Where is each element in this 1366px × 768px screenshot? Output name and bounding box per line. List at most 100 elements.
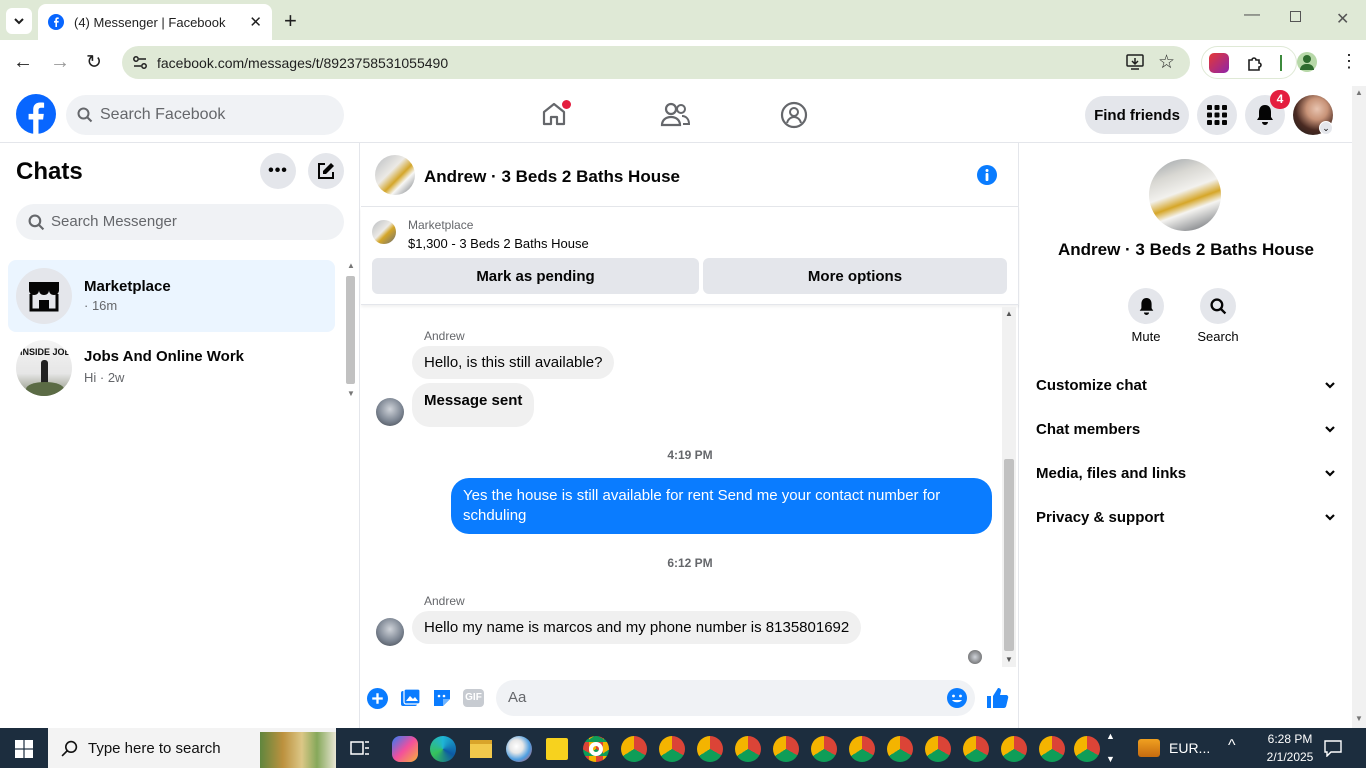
menu-button[interactable] — [1197, 95, 1237, 135]
windows-start-icon[interactable] — [15, 740, 33, 758]
messages-scrollbar[interactable]: ▲ ▼ — [1002, 307, 1016, 667]
taskbar-overflow-up-icon[interactable]: ▲ — [1106, 731, 1115, 741]
profile-photo[interactable] — [1149, 159, 1221, 231]
browser-menu-icon[interactable]: ⋮ — [1340, 52, 1358, 70]
find-friends-button[interactable]: Find friends — [1085, 96, 1189, 134]
groups-icon[interactable] — [780, 101, 808, 129]
chrome-icon-4[interactable] — [697, 736, 723, 762]
chats-options-button[interactable]: ••• — [260, 153, 296, 189]
extension-app-icon[interactable] — [1209, 53, 1229, 73]
file-explorer-icon[interactable] — [470, 740, 492, 758]
more-options-button[interactable]: More options — [703, 258, 1007, 294]
chrome-icon-6[interactable] — [773, 736, 799, 762]
tab-close-icon[interactable]: ✕ — [249, 13, 262, 31]
site-info-icon[interactable] — [132, 55, 148, 71]
close-window-icon[interactable]: ✕ — [1336, 9, 1349, 29]
clock-time[interactable]: 6:28 PM — [1260, 732, 1320, 746]
messenger-search-input[interactable]: Search Messenger — [16, 204, 344, 240]
minimize-icon[interactable]: — — [1244, 6, 1260, 24]
photo-icon[interactable] — [400, 688, 421, 708]
chrome-icon-5[interactable] — [735, 736, 761, 762]
chrome-icon-8[interactable] — [849, 736, 875, 762]
puzzle-extensions-icon[interactable] — [1245, 54, 1265, 74]
section-media-files-links[interactable]: Media, files and links — [1036, 461, 1336, 485]
nav-home[interactable] — [540, 100, 571, 130]
chrome-icon-2[interactable] — [621, 736, 647, 762]
currency-widget-label[interactable]: EUR... — [1169, 740, 1210, 756]
section-privacy-support[interactable]: Privacy & support — [1036, 505, 1336, 529]
forward-icon[interactable]: → — [50, 51, 70, 74]
chrome-icon-11[interactable] — [963, 736, 989, 762]
chrome-icon-7[interactable] — [811, 736, 837, 762]
account-chevron-icon[interactable]: ⌄ — [1319, 121, 1333, 135]
search-conversation-button[interactable] — [1200, 288, 1236, 324]
notification-center-icon[interactable] — [1324, 739, 1342, 757]
facebook-search-input[interactable]: Search Facebook — [66, 95, 344, 135]
clock-date[interactable]: 2/1/2025 — [1258, 750, 1322, 764]
section-customize-chat[interactable]: Customize chat — [1036, 373, 1336, 397]
new-tab-icon[interactable]: + — [284, 8, 297, 34]
thumbs-up-icon[interactable] — [986, 686, 1009, 709]
mark-as-pending-button[interactable]: Mark as pending — [372, 258, 699, 294]
chevron-down-icon — [1325, 514, 1335, 521]
marketplace-avatar — [16, 268, 72, 324]
scroll-thumb[interactable] — [1004, 459, 1014, 651]
message-bubble-outgoing[interactable]: Yes the house is still available for ren… — [451, 478, 992, 534]
listing-title[interactable]: $1,300 - 3 Beds 2 Baths House — [408, 236, 589, 251]
chrome-icon-1[interactable] — [583, 736, 609, 762]
mute-button[interactable] — [1128, 288, 1164, 324]
info-icon[interactable] — [976, 164, 998, 186]
chevron-down-icon — [1325, 470, 1335, 477]
friends-icon[interactable] — [660, 101, 690, 129]
message-bubble-incoming[interactable]: Message sent — [412, 383, 535, 427]
address-bar[interactable]: facebook.com/messages/t/8923758531055490… — [122, 46, 1190, 79]
scroll-up-arrow-icon[interactable]: ▲ — [1355, 88, 1363, 97]
message-bubble-incoming[interactable]: Hello, is this still available? — [412, 346, 615, 379]
scroll-down-arrow-icon[interactable]: ▼ — [347, 389, 355, 398]
browser-tab-active[interactable]: (4) Messenger | Facebook ✕ — [38, 4, 272, 40]
taskbar-search-box[interactable]: Type here to search — [48, 728, 336, 768]
edge-icon[interactable] — [430, 736, 456, 762]
sticker-icon[interactable] — [432, 688, 452, 708]
chrome-icon-3[interactable] — [659, 736, 685, 762]
chrome-icon-9[interactable] — [887, 736, 913, 762]
chat-item-marketplace[interactable]: Marketplace · 16m — [8, 260, 335, 332]
chrome-icon-13[interactable] — [1039, 736, 1065, 762]
emoji-icon[interactable] — [946, 687, 968, 709]
back-icon[interactable]: ← — [13, 51, 33, 74]
sticky-notes-icon[interactable] — [546, 738, 568, 760]
currency-widget-icon[interactable] — [1138, 739, 1160, 757]
scroll-down-arrow-icon[interactable]: ▼ — [1355, 714, 1363, 723]
gif-icon[interactable]: GIF — [463, 689, 484, 707]
bookmark-star-icon[interactable]: ☆ — [1158, 51, 1175, 74]
restore-icon[interactable] — [1290, 11, 1301, 22]
install-app-icon[interactable] — [1126, 54, 1144, 71]
profile-icon[interactable] — [1297, 52, 1317, 72]
message-bubble-incoming[interactable]: Hello my name is marcos and my phone num… — [412, 611, 862, 644]
copilot-icon[interactable] — [392, 736, 418, 762]
scroll-thumb[interactable] — [346, 276, 355, 384]
chat-item-jobs[interactable]: INSIDE JOB Jobs And Online Work Hi · 2w — [8, 332, 335, 404]
scroll-up-arrow-icon[interactable]: ▲ — [347, 261, 355, 270]
scroll-up-arrow-icon[interactable]: ▲ — [1005, 309, 1013, 318]
chrome-icon-12[interactable] — [1001, 736, 1027, 762]
listing-thumbnail[interactable] — [372, 220, 396, 244]
show-hidden-icons-icon[interactable]: ^ — [1228, 737, 1236, 755]
section-chat-members[interactable]: Chat members — [1036, 417, 1336, 441]
new-message-button[interactable] — [308, 153, 344, 189]
scroll-down-arrow-icon[interactable]: ▼ — [1005, 655, 1013, 664]
notification-badge: 4 — [1270, 90, 1290, 109]
facebook-logo-icon[interactable] — [16, 94, 56, 134]
task-view-icon[interactable] — [350, 739, 370, 757]
chrome-icon-14[interactable] — [1074, 736, 1100, 762]
page-scrollbar[interactable]: ▲ ▼ — [1352, 86, 1366, 728]
taskbar-overflow-down-icon[interactable]: ▼ — [1106, 754, 1115, 764]
paint-icon[interactable] — [506, 736, 532, 762]
reload-icon[interactable]: ↻ — [86, 51, 102, 74]
chrome-icon-10[interactable] — [925, 736, 951, 762]
tab-search-button[interactable] — [6, 8, 32, 34]
chat-list-scrollbar[interactable]: ▲ ▼ — [344, 261, 358, 403]
add-icon[interactable] — [367, 688, 388, 709]
conversation-header[interactable]: Andrew · 3 Beds 2 Baths House — [361, 143, 1019, 207]
message-input[interactable]: Aa — [496, 680, 975, 716]
